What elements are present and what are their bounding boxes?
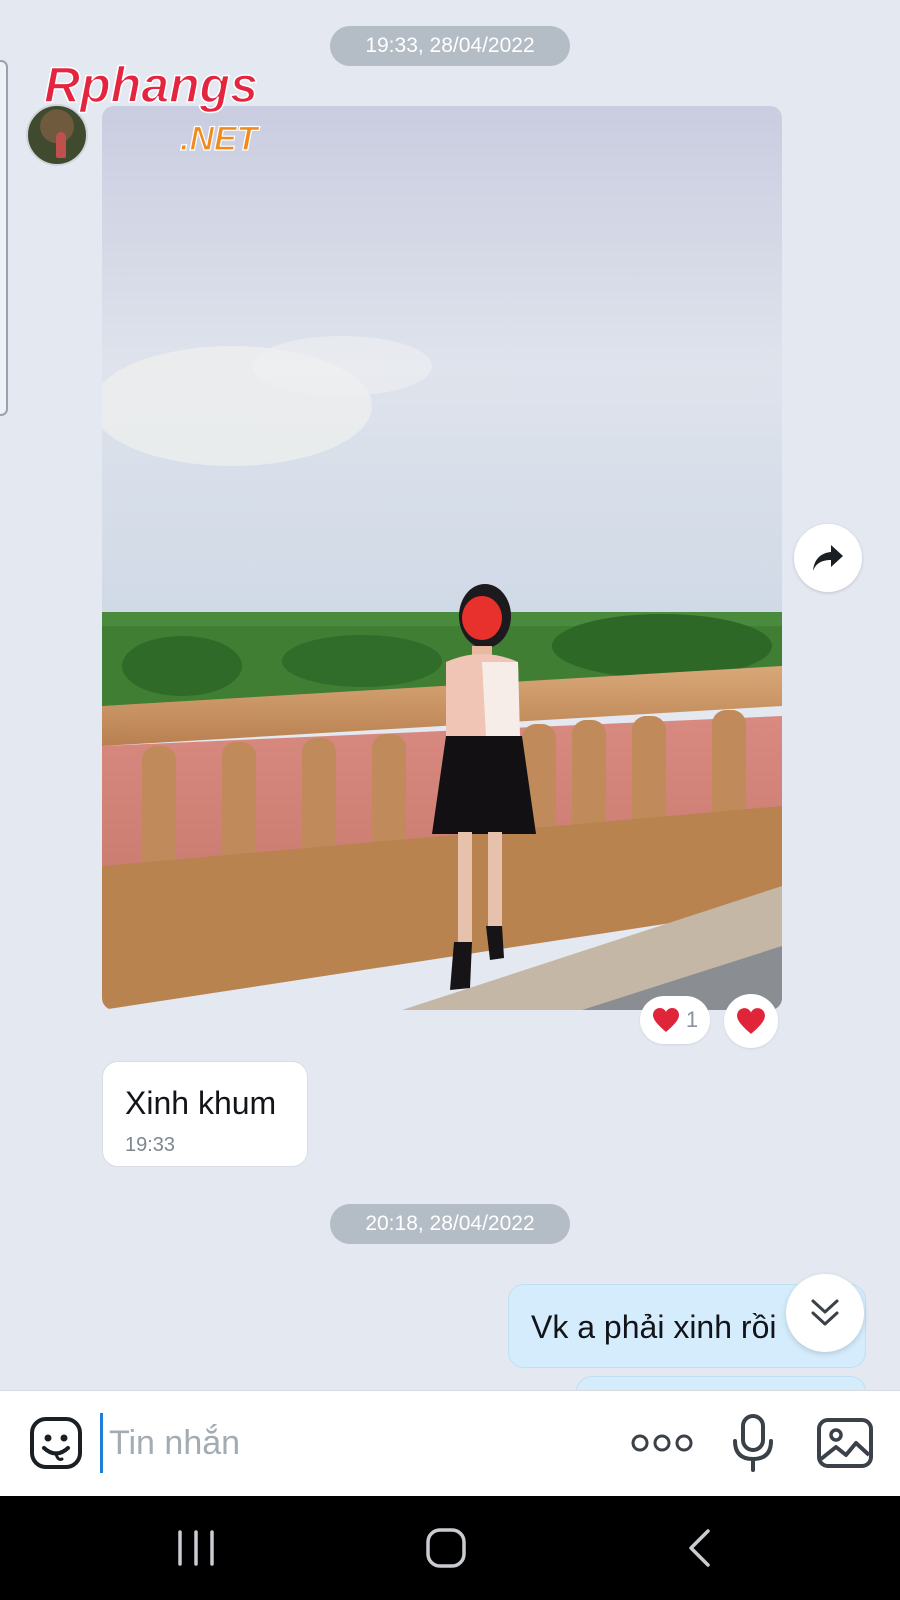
react-heart-button[interactable] <box>724 994 778 1048</box>
message-text: Vk a phải xinh rồi <box>531 1309 777 1345</box>
message-text: Xinh khum <box>125 1085 277 1121</box>
heart-icon <box>652 1008 679 1032</box>
microphone-icon <box>733 1414 773 1472</box>
incoming-message[interactable]: Xinh khum 19:33 <box>102 1061 308 1167</box>
system-navigation-bar <box>0 1496 900 1600</box>
home-icon <box>426 1528 466 1568</box>
photo-message[interactable] <box>102 106 782 1010</box>
watermark-text-top: Rphangs <box>44 58 258 113</box>
more-dots-icon <box>631 1434 693 1452</box>
sticker-button[interactable] <box>28 1415 84 1471</box>
send-image-button[interactable] <box>816 1415 874 1471</box>
reaction-summary[interactable]: 1 <box>640 996 710 1044</box>
scroll-to-bottom-button[interactable] <box>786 1274 864 1352</box>
reaction-count: 1 <box>685 1007 699 1032</box>
heart-icon <box>737 1008 765 1034</box>
timestamp-divider: 20:18, 28/04/2022 <box>330 1204 570 1244</box>
timestamp-divider: 19:33, 28/04/2022 <box>330 26 570 66</box>
watermark-text-bottom: .NET <box>180 120 261 158</box>
recent-apps-icon <box>178 1530 214 1566</box>
outgoing-message-partial[interactable] <box>576 1376 866 1390</box>
more-options-button[interactable] <box>630 1421 694 1465</box>
back-chevron-icon <box>689 1529 710 1567</box>
share-button[interactable] <box>794 524 862 592</box>
watermark-logo: Rphangs .NET <box>44 58 261 158</box>
image-gallery-icon <box>817 1418 873 1468</box>
sticker-face-icon <box>30 1417 82 1469</box>
side-panel-edge[interactable] <box>0 60 8 416</box>
chat-area[interactable]: 19:33, 28/04/2022 Rphangs .NET 1 Xinh kh… <box>0 0 900 1390</box>
message-composer <box>0 1390 900 1496</box>
back-button[interactable] <box>684 1526 714 1570</box>
share-forward-icon <box>813 545 843 571</box>
photo-image <box>102 106 782 1010</box>
double-chevron-down-icon <box>811 1299 839 1326</box>
message-time: 19:33 <box>125 1134 176 1156</box>
voice-message-button[interactable] <box>730 1413 776 1473</box>
message-input[interactable] <box>100 1413 610 1473</box>
recent-apps-button[interactable] <box>172 1528 222 1568</box>
home-button[interactable] <box>424 1526 468 1570</box>
